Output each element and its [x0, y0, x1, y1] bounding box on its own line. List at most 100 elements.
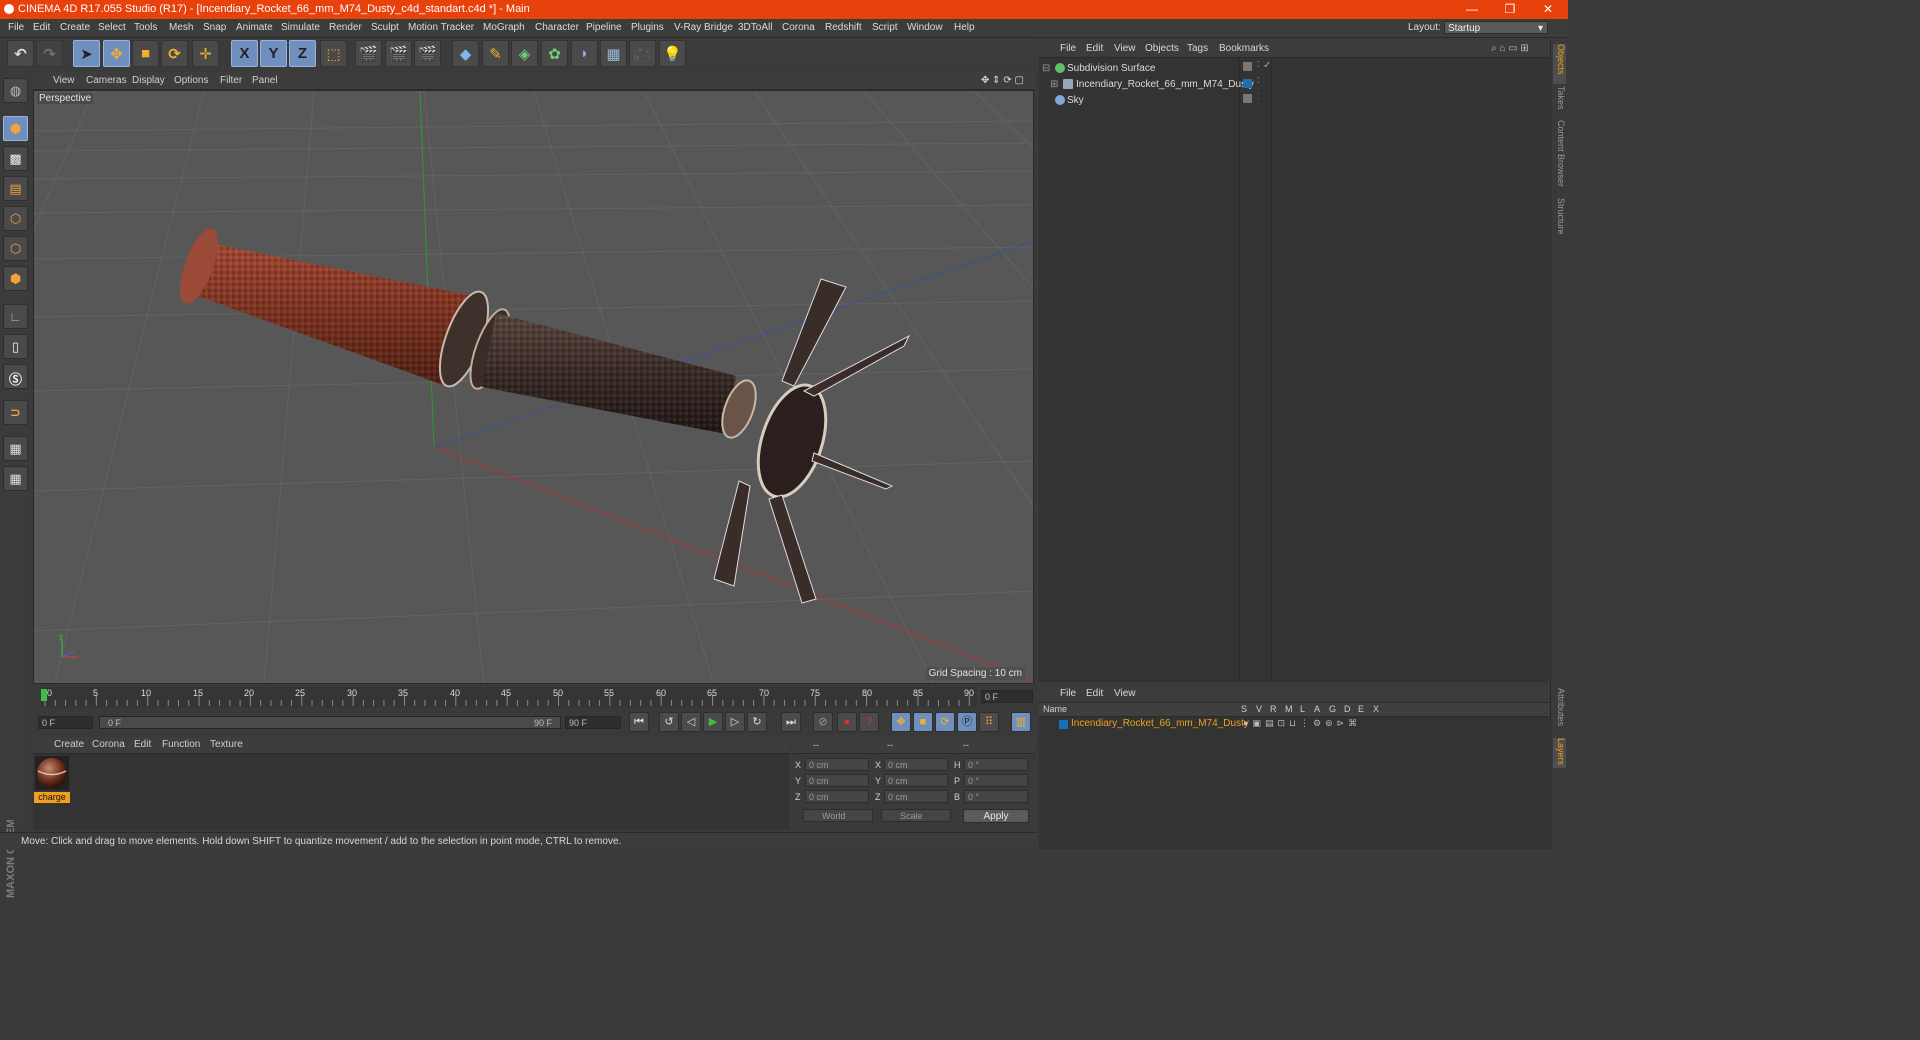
x-axis-button[interactable]: X	[231, 40, 258, 67]
material-menu-corona[interactable]: Corona	[92, 739, 125, 750]
rotate-tool-button[interactable]: ⟳	[161, 40, 188, 67]
redo-button[interactable]: ↷	[36, 40, 63, 67]
lm-menu-file[interactable]: File	[1060, 688, 1076, 699]
current-frame-field[interactable]: 0 F	[981, 690, 1033, 703]
go-to-start-button[interactable]: ⏮	[629, 712, 649, 732]
menu-snap[interactable]: Snap	[203, 22, 226, 33]
recent-tool-button[interactable]: ✛	[192, 40, 219, 67]
viewport-menu-display[interactable]: Display	[132, 75, 165, 86]
menu-plugins[interactable]: Plugins	[631, 22, 664, 33]
material-menu-function[interactable]: Function	[162, 739, 200, 750]
visibility-dots-icon[interactable]: ⁚	[1257, 92, 1260, 101]
magnet-button[interactable]: ⊃	[3, 400, 28, 425]
tab-structure[interactable]: Structure	[1553, 198, 1566, 240]
column-view[interactable]: V	[1256, 704, 1262, 714]
step-forward-key-button[interactable]: ↻	[747, 712, 767, 732]
workplane-mode-button[interactable]: ▤	[3, 176, 28, 201]
object-row[interactable]: ⊟ Subdivision Surface ⁚ ✓	[1039, 60, 1549, 76]
restore-button[interactable]: ❐	[1490, 1, 1530, 18]
timeline-ruler[interactable]: 0 5 10 15 20 25 30 35 40 45 50 55 60 65 …	[33, 685, 1035, 709]
motion-record-button[interactable]: ⊘	[813, 712, 833, 732]
live-selection-button[interactable]: ➤	[73, 40, 100, 67]
position-z-field[interactable]: 0 cm	[805, 790, 869, 803]
tab-objects[interactable]: Objects	[1553, 44, 1566, 84]
column-solo[interactable]: S	[1241, 704, 1247, 714]
column-expressions[interactable]: E	[1358, 704, 1364, 714]
om-menu-tags[interactable]: Tags	[1187, 43, 1208, 54]
make-editable-button[interactable]: ◍	[3, 78, 28, 103]
column-deformers[interactable]: D	[1344, 704, 1351, 714]
visibility-dots-icon[interactable]: ⁚	[1257, 60, 1260, 69]
tab-attributes[interactable]: Attributes	[1553, 688, 1566, 732]
frame-range-slider[interactable]: 0 F 90 F	[99, 716, 561, 729]
column-name[interactable]: Name	[1043, 704, 1067, 714]
go-to-end-button[interactable]: ⏭	[781, 712, 801, 732]
column-locked[interactable]: L	[1300, 704, 1305, 714]
menu-character[interactable]: Character	[535, 22, 579, 33]
viewport-menu-options[interactable]: Options	[174, 75, 208, 86]
start-frame-field[interactable]: 0 F	[38, 716, 93, 729]
layer-color-swatch[interactable]	[1059, 720, 1068, 729]
scale-tool-button[interactable]: ■	[132, 40, 159, 67]
lm-menu-edit[interactable]: Edit	[1086, 688, 1103, 699]
menu-mograph[interactable]: MoGraph	[483, 22, 525, 33]
minimize-button[interactable]: —	[1452, 1, 1492, 18]
size-mode-dropdown[interactable]: Scale	[881, 809, 951, 822]
add-deformer-button[interactable]: ◗	[571, 40, 598, 67]
add-light-button[interactable]: 💡	[659, 40, 686, 67]
om-menu-view[interactable]: View	[1114, 43, 1136, 54]
menu-corona[interactable]: Corona	[782, 22, 815, 33]
visibility-dots-icon[interactable]: ⁚	[1257, 76, 1260, 85]
om-search-home-icons[interactable]: ⌕ ⌂ ▭ ⊞	[1491, 43, 1529, 54]
render-view-button[interactable]: 🎬	[355, 40, 382, 67]
expand-icon[interactable]: ⊞	[1050, 79, 1058, 90]
snap-button[interactable]: Ⓢ	[3, 364, 28, 389]
menu-help[interactable]: Help	[954, 22, 975, 33]
om-menu-objects[interactable]: Objects	[1145, 43, 1179, 54]
locked-workplane-button[interactable]: ▦	[3, 436, 28, 461]
layer-row[interactable]: Incendiary_Rocket_66_mm_M74_Dusty ●▣▤⊡⊔⋮…	[1039, 717, 1549, 733]
column-manager[interactable]: M	[1285, 704, 1293, 714]
tab-content-browser[interactable]: Content Browser	[1553, 120, 1566, 190]
points-mode-button[interactable]: ⬡	[3, 206, 28, 231]
object-row[interactable]: ⊞ Incendiary_Rocket_66_mm_M74_Dusty ⁚	[1039, 76, 1549, 92]
size-z-field[interactable]: 0 cm	[884, 790, 948, 803]
size-y-field[interactable]: 0 cm	[884, 774, 948, 787]
enabled-check-icon[interactable]: ✓	[1263, 60, 1271, 71]
add-subdivision-button[interactable]: ◈	[511, 40, 538, 67]
material-menu-create[interactable]: Create	[54, 739, 84, 750]
om-menu-edit[interactable]: Edit	[1086, 43, 1103, 54]
step-back-key-button[interactable]: ↺	[659, 712, 679, 732]
model-mode-button[interactable]: ⬢	[3, 116, 28, 141]
menu-vray-bridge[interactable]: V-Ray Bridge	[674, 22, 733, 33]
timeline-window-button[interactable]: ▥	[1011, 712, 1031, 732]
step-forward-button[interactable]: ▷	[725, 712, 745, 732]
rotation-b-field[interactable]: 0 °	[964, 790, 1028, 803]
menu-sculpt[interactable]: Sculpt	[371, 22, 399, 33]
position-y-field[interactable]: 0 cm	[805, 774, 869, 787]
material-menu-texture[interactable]: Texture	[210, 739, 243, 750]
y-axis-button[interactable]: Y	[260, 40, 287, 67]
column-generators[interactable]: G	[1329, 704, 1336, 714]
menu-animate[interactable]: Animate	[236, 22, 273, 33]
size-x-field[interactable]: 0 cm	[884, 758, 948, 771]
menu-render[interactable]: Render	[329, 22, 362, 33]
render-picture-viewer-button[interactable]: 🎬	[385, 40, 412, 67]
tab-layers[interactable]: Layers	[1553, 738, 1566, 768]
close-button[interactable]: ✕	[1528, 1, 1568, 18]
menu-motion-tracker[interactable]: Motion Tracker	[408, 22, 474, 33]
render-settings-button[interactable]: 🎬	[414, 40, 441, 67]
coordinate-system-button[interactable]: ⬚	[320, 40, 347, 67]
key-parameter-button[interactable]: Ⓟ	[957, 712, 977, 732]
menu-pipeline[interactable]: Pipeline	[586, 22, 622, 33]
tab-takes[interactable]: Takes	[1553, 86, 1566, 116]
om-menu-file[interactable]: File	[1060, 43, 1076, 54]
end-frame-field[interactable]: 90 F	[565, 716, 621, 729]
key-rotation-button[interactable]: ⟳	[935, 712, 955, 732]
apply-button[interactable]: Apply	[963, 809, 1029, 823]
menu-file[interactable]: File	[8, 22, 24, 33]
menu-tools[interactable]: Tools	[134, 22, 157, 33]
add-camera-button[interactable]: 🎥	[629, 40, 656, 67]
add-floor-button[interactable]: ▦	[600, 40, 627, 67]
column-render[interactable]: R	[1270, 704, 1277, 714]
